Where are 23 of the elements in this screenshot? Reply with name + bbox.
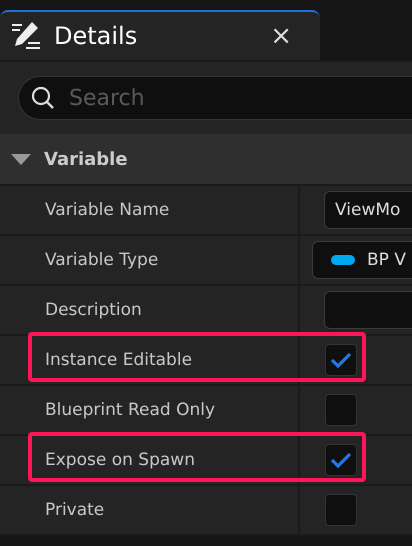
- property-label: Expose on Spawn: [45, 450, 195, 470]
- checkbox[interactable]: [325, 394, 357, 426]
- type-dropdown[interactable]: BP V: [312, 241, 412, 279]
- property-label: Description: [45, 300, 142, 320]
- property-label: Blueprint Read Only: [45, 400, 216, 420]
- property-label: Variable Name: [45, 200, 170, 220]
- search-icon: [30, 85, 56, 111]
- close-button[interactable]: ×: [260, 21, 310, 51]
- checkmark-icon: [330, 351, 352, 369]
- property-label: Instance Editable: [45, 350, 192, 370]
- property-label: Variable Type: [45, 250, 158, 270]
- search-field[interactable]: Search: [18, 76, 412, 120]
- text-field[interactable]: ViewMo: [324, 191, 412, 229]
- checkbox[interactable]: [325, 494, 357, 526]
- pencil-icon: [10, 20, 42, 52]
- text-field[interactable]: [324, 291, 412, 329]
- panel-title: Details: [54, 22, 138, 50]
- property-label: Private: [45, 500, 104, 520]
- checkbox[interactable]: [325, 344, 357, 376]
- section-header[interactable]: Variable: [0, 134, 412, 186]
- checkmark-icon: [330, 451, 352, 469]
- details-tab[interactable]: Details ×: [0, 10, 320, 60]
- checkbox[interactable]: [325, 444, 357, 476]
